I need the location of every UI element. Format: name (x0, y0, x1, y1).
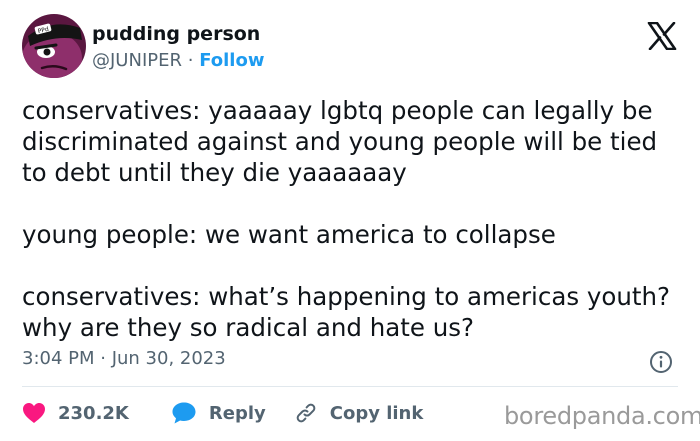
author-handle[interactable]: @JUNIPER (92, 50, 182, 71)
x-logo-icon[interactable] (647, 22, 677, 50)
handle-row: @JUNIPER · Follow (92, 49, 264, 73)
like-count: 230.2K (58, 402, 129, 424)
tweet-text: conservatives: yaaaaay lgbtq people can … (22, 95, 682, 343)
divider (22, 386, 678, 387)
tweet-paragraph: conservatives: yaaaaay lgbtq people can … (22, 96, 658, 187)
speech-bubble-icon (172, 402, 196, 424)
author-info: pudding person @JUNIPER · Follow (92, 22, 264, 73)
follow-button[interactable]: Follow (199, 50, 264, 71)
reply-button[interactable]: Reply (171, 401, 266, 425)
copy-link-label: Copy link (329, 402, 424, 424)
info-icon[interactable] (649, 350, 673, 374)
reply-label: Reply (208, 402, 266, 424)
tweet-paragraph: young people: we want america to collaps… (22, 220, 556, 249)
avatar[interactable]: PPd (22, 14, 86, 78)
action-bar: 230.2K Reply Copy link (22, 398, 423, 428)
watermark: boredpanda.com (504, 402, 700, 430)
separator-dot: · (187, 50, 194, 71)
avatar-character-icon: PPd (22, 14, 86, 78)
tweet-paragraph: conservatives: what’s happening to ameri… (22, 282, 671, 342)
link-icon (296, 403, 316, 423)
author-name[interactable]: pudding person (92, 22, 264, 46)
tweet-timestamp[interactable]: 3:04 PM · Jun 30, 2023 (22, 348, 226, 369)
like-button[interactable]: 230.2K (22, 402, 129, 424)
heart-icon (23, 403, 45, 423)
copy-link-button[interactable]: Copy link (294, 401, 424, 425)
